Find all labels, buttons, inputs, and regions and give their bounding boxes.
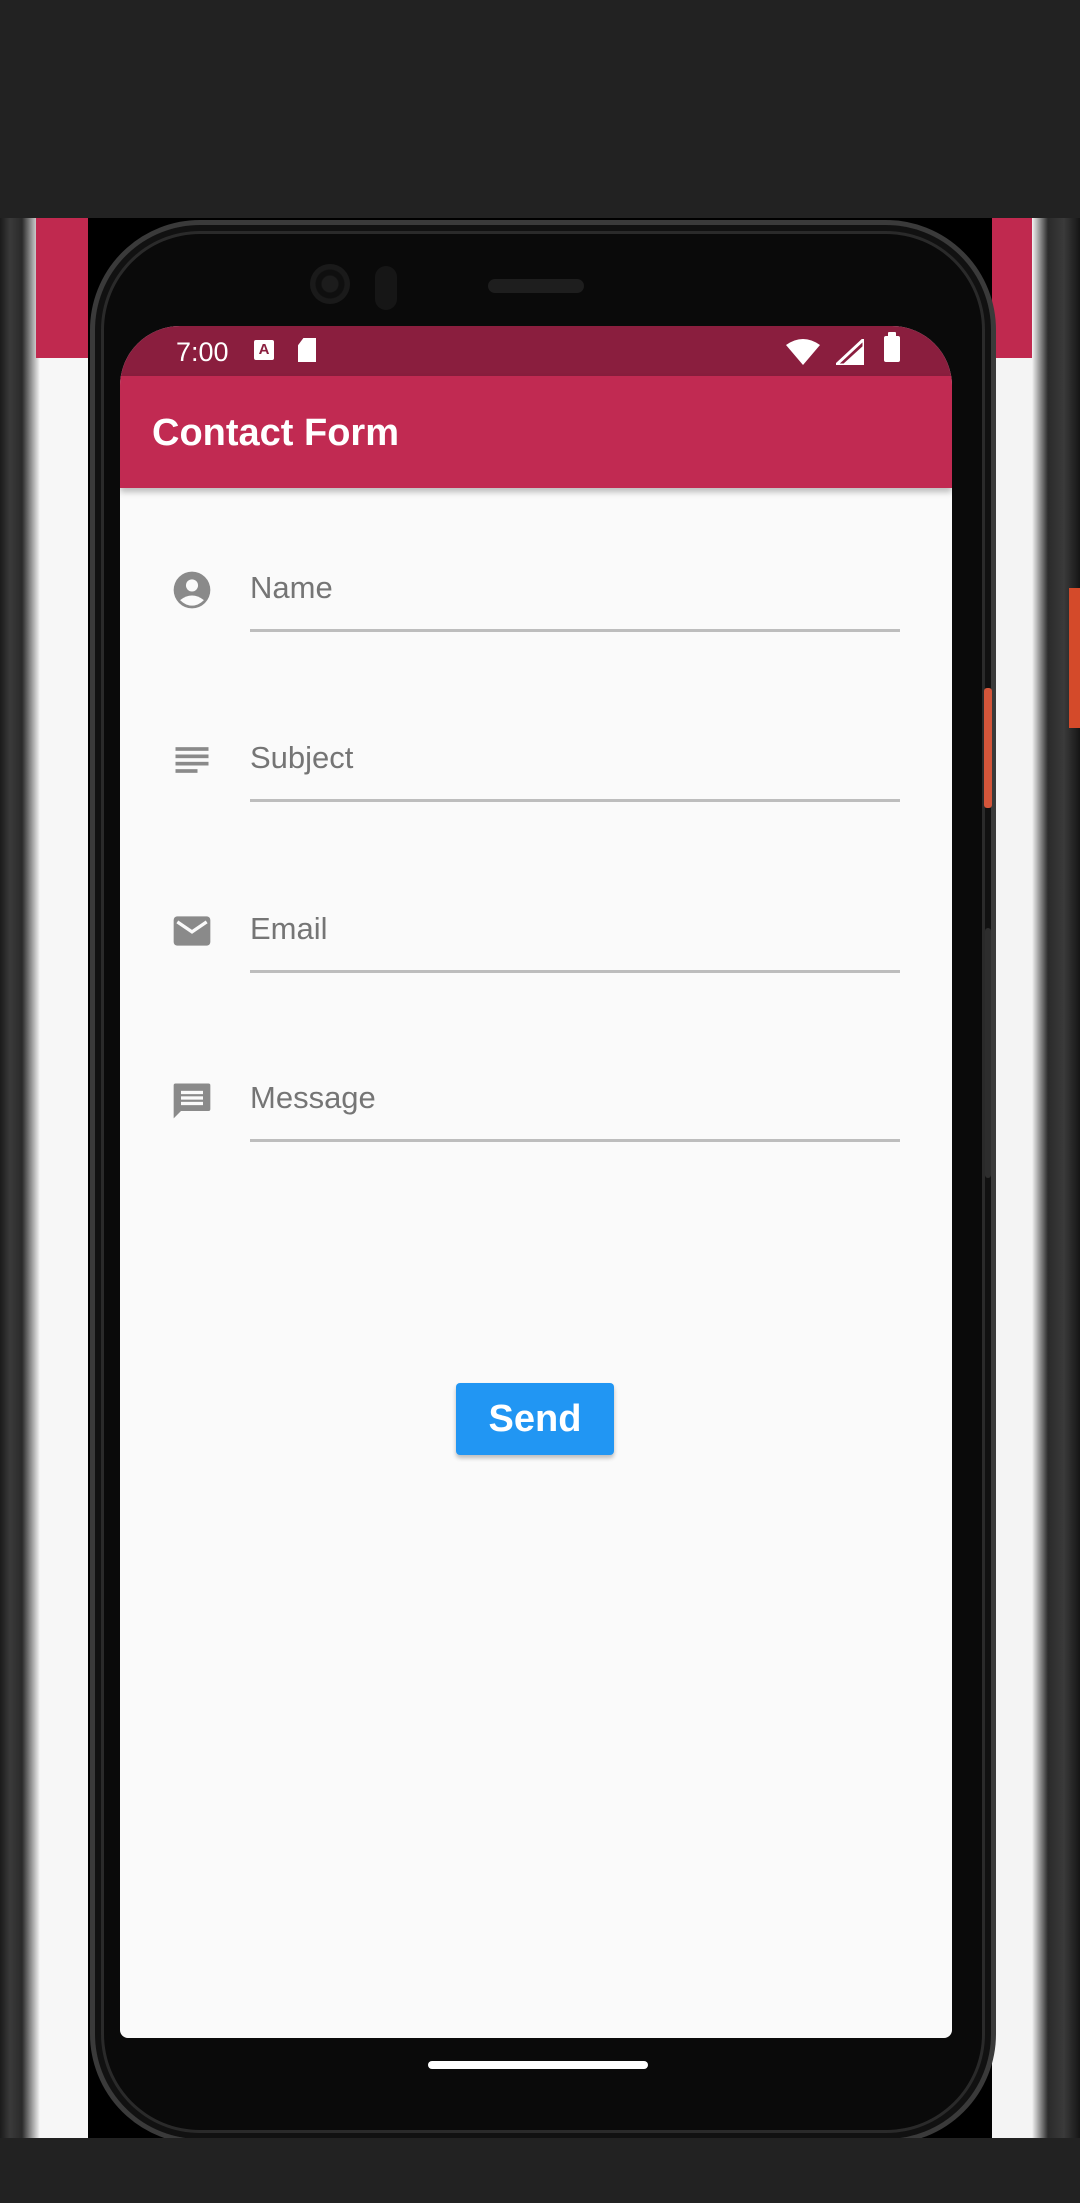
power-button[interactable] bbox=[984, 688, 992, 808]
earpiece-speaker bbox=[488, 279, 584, 293]
volume-button[interactable] bbox=[985, 928, 991, 1178]
signal-icon bbox=[836, 339, 864, 365]
app-bar: Contact Form bbox=[120, 376, 952, 488]
subject-input[interactable] bbox=[250, 728, 900, 788]
message-underline bbox=[250, 1139, 900, 1142]
subject-field bbox=[120, 658, 952, 802]
device-screen: 7:00 A Contact Form Name Subject Email M… bbox=[120, 326, 952, 2038]
send-button[interactable]: Send bbox=[456, 1383, 614, 1455]
status-time: 7:00 bbox=[176, 337, 229, 367]
message-icon bbox=[173, 1083, 211, 1119]
proximity-sensor bbox=[375, 266, 397, 310]
email-underline bbox=[250, 970, 900, 973]
phone-frame: 7:00 A Contact Form Name Subject Email M… bbox=[88, 218, 996, 2144]
email-input[interactable] bbox=[250, 899, 900, 959]
name-field bbox=[120, 488, 952, 632]
battery-icon bbox=[884, 332, 900, 362]
name-underline bbox=[250, 629, 900, 632]
system-icons bbox=[770, 332, 900, 366]
name-input[interactable] bbox=[250, 558, 900, 618]
sd-card-icon bbox=[298, 338, 316, 362]
home-indicator[interactable] bbox=[428, 2061, 648, 2069]
screenshot: 7:00 A Contact Form Name Subject Email M… bbox=[0, 0, 1080, 2203]
message-input[interactable] bbox=[250, 1068, 900, 1128]
account-circle-icon bbox=[173, 571, 211, 609]
adjacent-screen-right bbox=[992, 218, 1080, 2138]
a-badge-icon: A bbox=[254, 340, 274, 360]
wifi-icon bbox=[786, 339, 820, 365]
subject-underline bbox=[250, 799, 900, 802]
mail-icon bbox=[173, 916, 211, 946]
adjacent-screen-left bbox=[0, 218, 88, 2138]
bottom-letterbox bbox=[0, 2138, 1080, 2203]
message-field bbox=[120, 998, 952, 1142]
page-title: Contact Form bbox=[152, 412, 399, 454]
front-camera bbox=[310, 264, 350, 304]
status-bar: 7:00 A bbox=[120, 326, 952, 376]
email-field bbox=[120, 829, 952, 973]
subject-lines-icon bbox=[175, 747, 209, 773]
adjacent-device-button bbox=[1069, 588, 1080, 728]
